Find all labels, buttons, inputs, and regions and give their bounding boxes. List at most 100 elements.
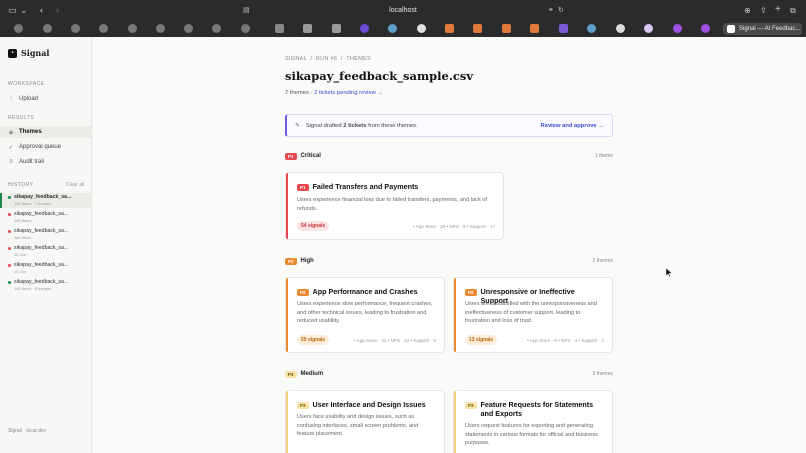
banner-text: Signal drafted 2 tickets from these them… [306, 123, 418, 129]
tab-overview-icon[interactable]: ⧉ [790, 6, 796, 15]
sidebar-toggle-icon[interactable]: ▭ [8, 6, 17, 15]
history-item[interactable]: sikapay_feedback_sa... 15 Jun [0, 244, 91, 259]
history-item-name: sikapay_feedback_sa... [14, 261, 69, 268]
main-content: SIGNAL / RUN #6 / THEMES sikapay_feedbac… [92, 37, 806, 453]
card-title-text: User Interface and Design Issues [312, 400, 426, 409]
tab-favicon-3[interactable] [71, 24, 80, 33]
history-item[interactable]: sikapay_feedback_sa... 180 items · 8 the… [0, 278, 91, 293]
workspace-label: WORKSPACE [8, 81, 45, 87]
tab-favicon-7[interactable] [184, 24, 193, 33]
review-approve-link[interactable]: Review and approve → [541, 123, 604, 129]
tab-favicon-1[interactable] [14, 24, 23, 33]
share-icon[interactable]: ⇪ [760, 6, 767, 15]
reload-icon[interactable]: ↻ [558, 6, 564, 15]
history-item[interactable]: sikapay_feedback_sa... 180 items · 7 the… [0, 193, 91, 208]
card-description: Users face usability and design issues, … [297, 414, 419, 437]
tab-favicon-11[interactable] [303, 24, 312, 33]
section-title: High [300, 258, 314, 264]
tab-favicon-25[interactable] [701, 24, 710, 33]
tab-favicon-22[interactable] [616, 24, 625, 33]
sidebar-item-approval-queue[interactable]: ✓ Approval queue [0, 141, 91, 153]
tab-favicon-14[interactable] [388, 24, 397, 33]
card-title: P3 User Interface and Design Issues [297, 400, 436, 409]
card-footer: 13 signals • App Store · 6 • NPS · 4 • S… [465, 335, 604, 345]
tab-favicon-8[interactable] [212, 24, 221, 33]
tab-favicon-24[interactable] [673, 24, 682, 33]
tab-favicon-10[interactable] [275, 24, 284, 33]
tab-favicon-18[interactable] [502, 24, 511, 33]
translate-icon[interactable]: ⚭ [548, 6, 554, 15]
history-item[interactable]: sikapay_feedback_sa... 15 Jun [0, 261, 91, 276]
page-icon: ▤ [243, 7, 250, 14]
theme-card-failed-transfers[interactable]: P1 Failed Transfers and Payments Users e… [285, 172, 504, 240]
history-item-meta: 180 items · 8 themes [14, 285, 52, 291]
card-accent [454, 278, 456, 352]
tab-favicon-6[interactable] [156, 24, 165, 33]
brand-name: Signal [21, 48, 50, 58]
tab-favicon-19[interactable] [530, 24, 539, 33]
new-tab-icon[interactable]: + [775, 5, 781, 15]
card-title-text: App Performance and Crashes [312, 287, 418, 296]
active-tab-title: Signal — AI Feedbac... [739, 26, 801, 32]
breadcrumb: SIGNAL / RUN #6 / THEMES [285, 56, 372, 62]
brand[interactable]: ▪ Signal [8, 48, 49, 58]
sidebar-item-upload[interactable]: ↑ Upload [0, 93, 91, 105]
theme-card-ui-design[interactable]: P3 User Interface and Design Issues User… [285, 390, 445, 453]
status-dot [8, 213, 11, 216]
active-tab[interactable]: Signal — AI Feedbac... [723, 23, 802, 35]
back-icon[interactable]: ‹ [40, 6, 43, 15]
tab-favicon-23[interactable] [644, 24, 653, 33]
card-accent [286, 173, 288, 239]
priority-badge: P3 [285, 370, 297, 378]
status-dot [8, 247, 11, 250]
source-breakdown: • App Store · 29 • NPS · 8 • Support · 1… [413, 223, 495, 229]
status-dot [8, 281, 11, 284]
card-description: Users experience financial loss due to f… [297, 197, 487, 212]
source-breakdown: • App Store · 31 • NPS · 10 • Support · … [354, 337, 436, 343]
sidebar-item-label: Approval queue [19, 144, 62, 150]
sidebar: ▪ Signal WORKSPACE ↑ Upload RESULTS ◈ Th… [0, 37, 92, 453]
tab-favicon-21[interactable] [587, 24, 596, 33]
theme-card-app-performance[interactable]: P2 App Performance and Crashes Users exp… [285, 277, 445, 353]
forward-icon[interactable]: › [56, 6, 59, 15]
tab-favicon-5[interactable] [128, 24, 137, 33]
sidebar-item-audit-trail[interactable]: ≡ Audit trail [0, 156, 91, 168]
themes-icon: ◈ [8, 129, 14, 136]
sidebar-item-label: Upload [19, 96, 39, 102]
section-count: 1 theme [594, 153, 613, 159]
history-item[interactable]: sikapay_feedback_sa... 180 items [0, 210, 91, 225]
theme-card-support[interactable]: P2 Unresponsive or Ineffective Support U… [453, 277, 613, 353]
theme-card-feature-requests[interactable]: P3 Feature Requests for Statements and E… [453, 390, 613, 453]
github-icon[interactable] [417, 24, 426, 33]
tab-favicon-17[interactable] [473, 24, 482, 33]
sidebar-item-themes[interactable]: ◈ Themes [0, 126, 91, 138]
priority-badge: P2 [465, 289, 477, 296]
tab-favicon-12[interactable] [332, 24, 341, 33]
tab-favicon-16[interactable] [445, 24, 454, 33]
tab-favicon-2[interactable] [43, 24, 52, 33]
history-item[interactable]: sikapay_feedback_sa... 180 items [0, 227, 91, 242]
card-footer: 50 signals • App Store · 31 • NPS · 10 •… [297, 335, 436, 345]
chevron-down-icon[interactable]: ⌄ [20, 6, 28, 15]
source-breakdown: • App Store · 6 • NPS · 4 • Support · 3 [527, 337, 604, 343]
clear-all-button[interactable]: Clear all [66, 182, 84, 188]
priority-badge: P3 [297, 402, 309, 409]
signal-favicon-icon [727, 25, 735, 33]
section-medium: P3 Medium 3 themes [285, 369, 613, 379]
priority-badge: P1 [285, 152, 297, 160]
tab-strip: Signal — AI Feedbac... [0, 22, 806, 36]
tab-favicon-4[interactable] [99, 24, 108, 33]
address-bar[interactable]: localhost [360, 5, 446, 16]
tab-favicon-13[interactable] [360, 24, 369, 33]
signals-badge: 50 signals [297, 335, 330, 345]
tab-favicon-20[interactable] [559, 24, 568, 33]
card-accent [286, 391, 288, 453]
download-icon[interactable]: ⊕ [744, 6, 751, 15]
card-accent [286, 278, 288, 352]
sidebar-item-label: Audit trail [19, 159, 45, 165]
card-footer: 54 signals • App Store · 29 • NPS · 8 • … [297, 221, 495, 231]
tab-favicon-9[interactable] [241, 24, 250, 33]
drafted-tickets-banner: ✎ Signal drafted 2 tickets from these th… [285, 114, 613, 137]
priority-badge: P1 [297, 184, 309, 191]
pending-review-link[interactable]: 2 tickets pending review → [314, 90, 383, 96]
